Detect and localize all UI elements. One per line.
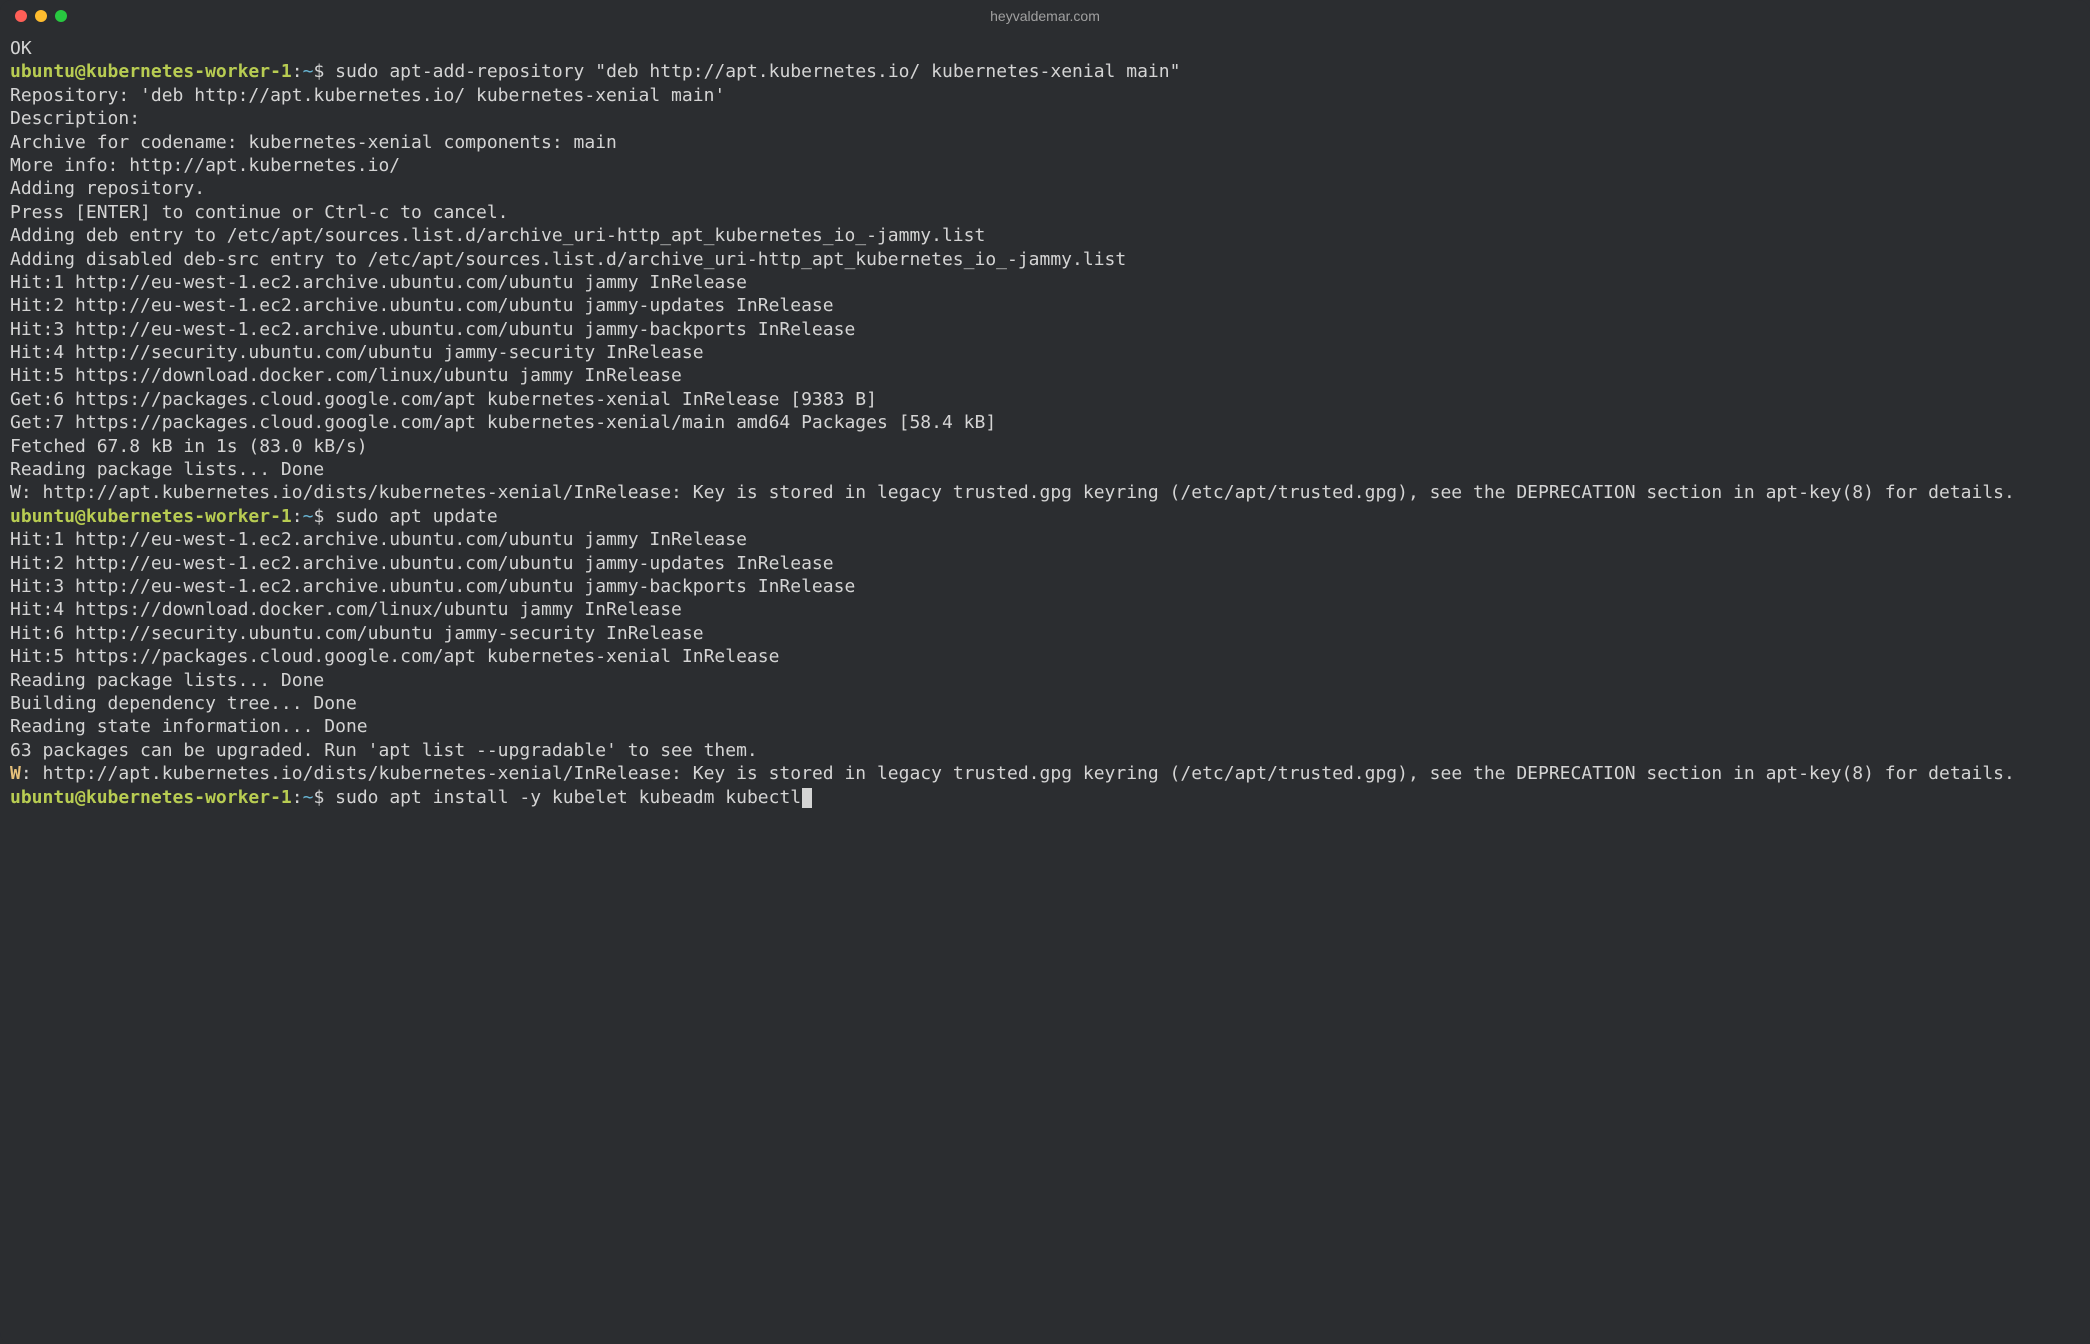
terminal-window: heyvaldemar.com OKubuntu@kubernetes-work…	[0, 0, 2090, 1344]
output-text: Hit:5 https://download.docker.com/linux/…	[10, 364, 2080, 387]
prompt-dollar: $	[313, 61, 335, 82]
prompt-separator: :	[292, 787, 303, 808]
window-title: heyvaldemar.com	[990, 7, 1100, 25]
terminal-line: ubuntu@kubernetes-worker-1:~$ sudo apt-a…	[10, 60, 2080, 83]
output-text: Hit:3 http://eu-west-1.ec2.archive.ubunt…	[10, 318, 2080, 341]
output-text: Reading package lists... Done	[10, 669, 2080, 692]
title-bar: heyvaldemar.com	[0, 0, 2090, 32]
output-text: 63 packages can be upgraded. Run 'apt li…	[10, 739, 2080, 762]
output-text: Hit:4 https://download.docker.com/linux/…	[10, 598, 2080, 621]
output-text: Fetched 67.8 kB in 1s (83.0 kB/s)	[10, 435, 2080, 458]
minimize-icon[interactable]	[35, 10, 47, 22]
output-text: W: http://apt.kubernetes.io/dists/kubern…	[10, 481, 2080, 504]
terminal-line: ubuntu@kubernetes-worker-1:~$ sudo apt i…	[10, 786, 2080, 809]
prompt-path: ~	[303, 506, 314, 527]
prompt-path: ~	[303, 61, 314, 82]
traffic-lights	[15, 10, 67, 22]
prompt-dollar: $	[313, 787, 335, 808]
output-text: Adding repository.	[10, 177, 2080, 200]
prompt-user-host: ubuntu@kubernetes-worker-1	[10, 787, 292, 808]
output-text: Get:7 https://packages.cloud.google.com/…	[10, 411, 2080, 434]
command-text: sudo apt-add-repository "deb http://apt.…	[335, 61, 1180, 82]
maximize-icon[interactable]	[55, 10, 67, 22]
output-text: Reading package lists... Done	[10, 458, 2080, 481]
prompt-user-host: ubuntu@kubernetes-worker-1	[10, 506, 292, 527]
output-text: Press [ENTER] to continue or Ctrl-c to c…	[10, 201, 2080, 224]
close-icon[interactable]	[15, 10, 27, 22]
prompt-dollar: $	[313, 506, 335, 527]
command-text: sudo apt install -y kubelet kubeadm kube…	[335, 787, 801, 808]
prompt-separator: :	[292, 61, 303, 82]
output-text: OK	[10, 37, 2080, 60]
output-text: Hit:3 http://eu-west-1.ec2.archive.ubunt…	[10, 575, 2080, 598]
output-text: More info: http://apt.kubernetes.io/	[10, 154, 2080, 177]
output-text: Hit:4 http://security.ubuntu.com/ubuntu …	[10, 341, 2080, 364]
output-text: Adding deb entry to /etc/apt/sources.lis…	[10, 224, 2080, 247]
output-text: Adding disabled deb-src entry to /etc/ap…	[10, 248, 2080, 271]
output-text: Building dependency tree... Done	[10, 692, 2080, 715]
output-text: : http://apt.kubernetes.io/dists/kuberne…	[21, 763, 2015, 784]
output-text: Hit:5 https://packages.cloud.google.com/…	[10, 645, 2080, 668]
cursor-icon	[802, 788, 812, 808]
output-text: Archive for codename: kubernetes-xenial …	[10, 131, 2080, 154]
prompt-separator: :	[292, 506, 303, 527]
terminal-line: ubuntu@kubernetes-worker-1:~$ sudo apt u…	[10, 505, 2080, 528]
command-text: sudo apt update	[335, 506, 498, 527]
terminal-content[interactable]: OKubuntu@kubernetes-worker-1:~$ sudo apt…	[0, 32, 2090, 1344]
output-text: Get:6 https://packages.cloud.google.com/…	[10, 388, 2080, 411]
output-text: Hit:1 http://eu-west-1.ec2.archive.ubunt…	[10, 271, 2080, 294]
prompt-user-host: ubuntu@kubernetes-worker-1	[10, 61, 292, 82]
output-text: Hit:2 http://eu-west-1.ec2.archive.ubunt…	[10, 294, 2080, 317]
terminal-line: W: http://apt.kubernetes.io/dists/kubern…	[10, 762, 2080, 785]
warning-prefix: W	[10, 763, 21, 784]
output-text: Hit:1 http://eu-west-1.ec2.archive.ubunt…	[10, 528, 2080, 551]
output-text: Description:	[10, 107, 2080, 130]
output-text: Repository: 'deb http://apt.kubernetes.i…	[10, 84, 2080, 107]
output-text: Hit:2 http://eu-west-1.ec2.archive.ubunt…	[10, 552, 2080, 575]
output-text: Reading state information... Done	[10, 715, 2080, 738]
prompt-path: ~	[303, 787, 314, 808]
output-text: Hit:6 http://security.ubuntu.com/ubuntu …	[10, 622, 2080, 645]
